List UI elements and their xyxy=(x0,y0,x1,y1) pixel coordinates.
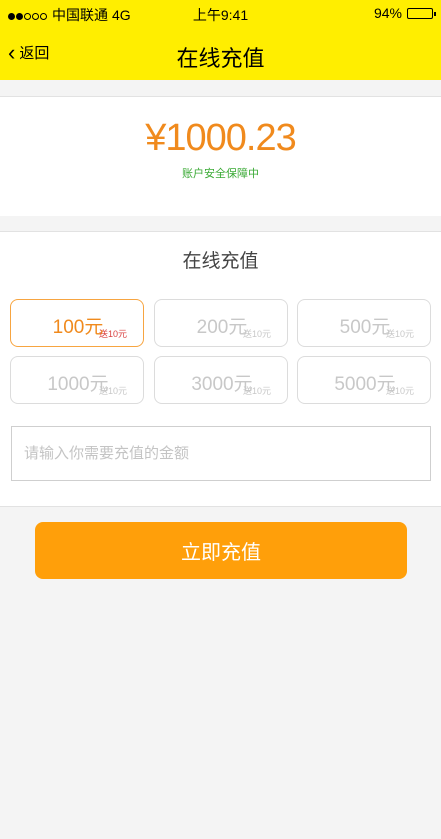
option-bonus: 送10元 xyxy=(98,386,127,396)
status-bar: 中国联通 4G 上午9:41 94% xyxy=(0,0,441,28)
amount-option-200[interactable]: 200元 送10元 xyxy=(154,299,288,347)
option-bonus: 送10元 xyxy=(98,329,127,339)
recharge-now-label: 立即充值 xyxy=(181,542,261,564)
nav-bar: ‹ 返回 在线充值 xyxy=(0,28,441,80)
option-bonus: 送10元 xyxy=(385,329,414,339)
custom-amount-input[interactable] xyxy=(11,426,431,481)
amount-option-5000[interactable]: 5000元 送10元 xyxy=(297,356,431,404)
option-bonus: 送10元 xyxy=(242,329,271,339)
battery-icon xyxy=(407,7,436,19)
recharge-card: 在线充值 100元 送10元 200元 送10元 500元 送10元 1000元… xyxy=(0,231,441,507)
recharge-section-title: 在线充值 xyxy=(182,251,259,272)
page-title: 在线充值 xyxy=(176,46,265,71)
status-right: 94% xyxy=(373,5,436,21)
option-bonus: 送10元 xyxy=(385,386,414,396)
amount-option-1000[interactable]: 1000元 送10元 xyxy=(10,356,144,404)
security-note: 账户安全保障中 xyxy=(182,168,259,180)
amount-option-3000[interactable]: 3000元 送10元 xyxy=(154,356,288,404)
recharge-now-button[interactable]: 立即充值 xyxy=(35,522,407,579)
balance-card: ¥1000.23 账户安全保障中 xyxy=(0,96,441,216)
amount-option-100[interactable]: 100元 送10元 xyxy=(10,299,144,347)
balance-amount: ¥1000.23 xyxy=(145,117,297,159)
battery-percent: 94% xyxy=(373,5,402,21)
option-bonus: 送10元 xyxy=(242,386,271,396)
amount-option-500[interactable]: 500元 送10元 xyxy=(297,299,431,347)
